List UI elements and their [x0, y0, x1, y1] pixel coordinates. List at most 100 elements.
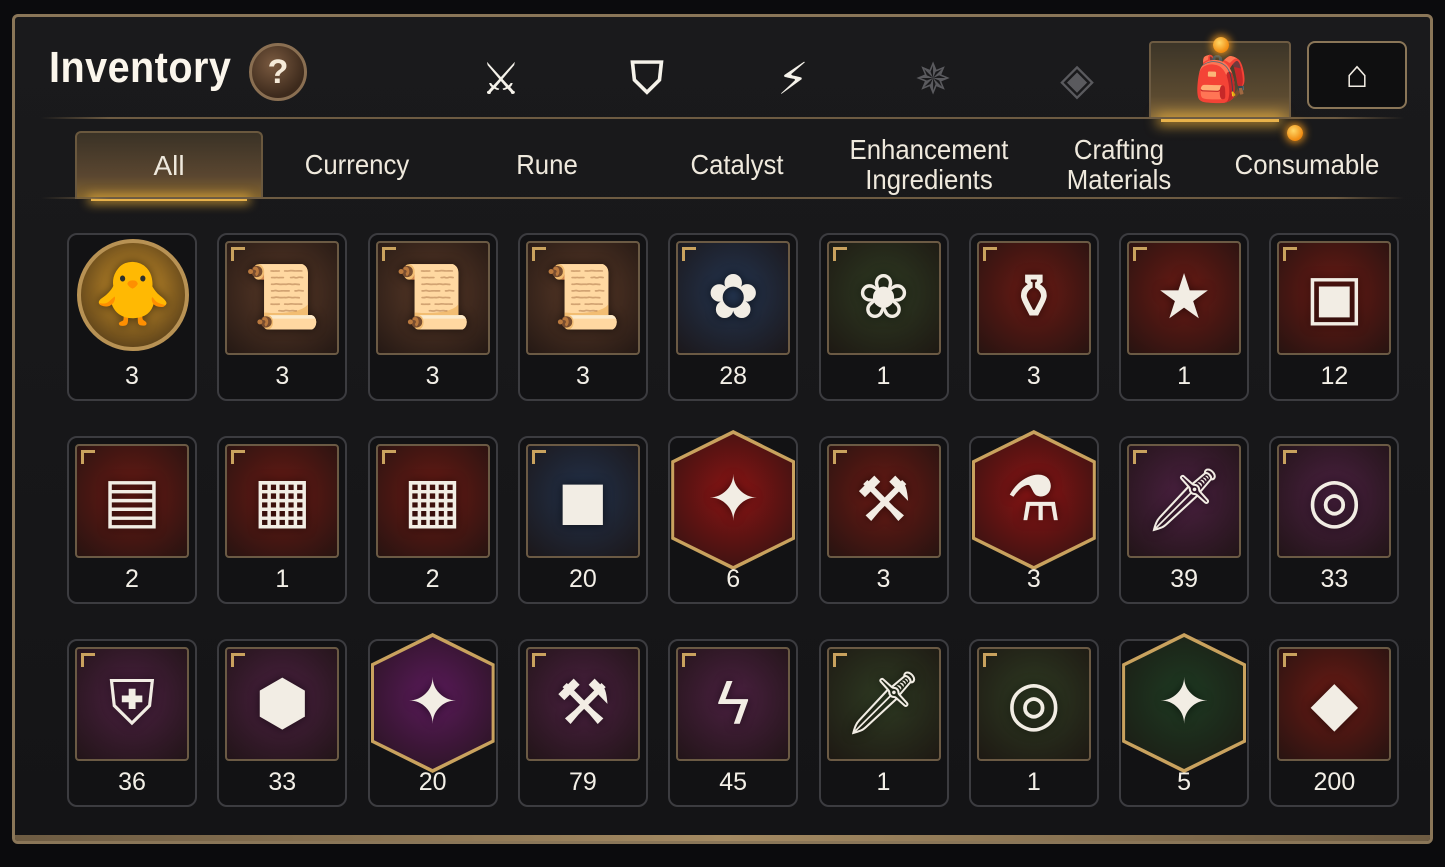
item-art: ⚒: [525, 647, 640, 761]
tab-label: Enhancement: [849, 134, 1009, 165]
item-count: 200: [1313, 768, 1356, 796]
inventory-slot[interactable]: ⛨ 36: [67, 639, 197, 807]
inventory-slot[interactable]: 🗡 1: [818, 639, 949, 807]
inventory-slot[interactable]: ✿ 28: [668, 233, 799, 401]
item-count: 3: [425, 362, 440, 390]
rarity-corner: [531, 450, 546, 464]
inventory-slot[interactable]: ▣ 12: [1269, 233, 1400, 401]
item-count: 2: [425, 565, 440, 593]
item-art: ◎: [1277, 444, 1392, 558]
item-art: ✿: [676, 241, 791, 355]
inventory-slot[interactable]: ▦ 2: [367, 436, 498, 604]
item-art: ⚱: [976, 241, 1091, 355]
upgrade-scroll-icon: 📜: [243, 263, 321, 332]
inventory-slot[interactable]: 📜 3: [217, 233, 348, 401]
rarity-corner: [531, 653, 546, 667]
inventory-slot[interactable]: ϟ 45: [668, 639, 799, 807]
inventory-slot[interactable]: ✦ 20: [367, 633, 498, 807]
bolt-rune-icon: ϟ: [716, 669, 750, 738]
inventory-slot[interactable]: ⚗ 3: [968, 430, 1099, 604]
inventory-slot[interactable]: ⬢ 33: [217, 639, 348, 807]
gold-chest-icon: ▦: [403, 466, 462, 535]
inventory-panel: Inventory ? ⚔ ⛉ ⚡ ✵ ◈ 🎒 ⌂ All Currency Rune Catal…: [12, 14, 1433, 844]
inventory-slot[interactable]: 🐥 3: [67, 233, 197, 401]
inventory-slot[interactable]: ◎ 1: [968, 639, 1099, 807]
tab-notification-dot: [1287, 125, 1303, 141]
item-count: 1: [876, 768, 891, 796]
item-art: ◼: [525, 444, 640, 558]
inventory-slot[interactable]: ◼ 20: [517, 436, 648, 604]
tab-consumable[interactable]: Consumable: [1221, 131, 1394, 199]
item-art: 🗡: [1127, 444, 1242, 558]
item-count: 20: [568, 565, 597, 593]
item-art: ⛨: [75, 647, 189, 761]
tab-label: All: [153, 150, 185, 181]
page-title: Inventory: [49, 43, 232, 92]
item-art: ▦: [225, 444, 340, 558]
inventory-slot[interactable]: ◆ 200: [1269, 639, 1400, 807]
inventory-slot[interactable]: ★ 1: [1119, 233, 1250, 401]
inventory-slot[interactable]: ❀ 1: [818, 233, 949, 401]
tab-label: Catalyst: [690, 149, 784, 180]
tab-crafting[interactable]: Crafting Materials: [1033, 131, 1206, 199]
storage-house-icon: ⌂: [1345, 53, 1369, 96]
pink-potion-icon: ⚗: [1006, 465, 1062, 534]
tab-all[interactable]: All: [75, 131, 263, 201]
tab-rune[interactable]: Rune: [461, 131, 634, 199]
armor-rune-icon: ⛨: [108, 669, 156, 738]
backpack-icon[interactable]: 🎒: [1191, 49, 1251, 109]
rarity-corner: [1133, 450, 1148, 464]
tab-label: Consumable: [1234, 149, 1380, 180]
inventory-slot[interactable]: ◎ 33: [1269, 436, 1400, 604]
stone-star-rune-icon: ✦: [1158, 668, 1211, 737]
inventory-slot[interactable]: ⚱ 3: [968, 233, 1099, 401]
inventory-slot[interactable]: 🗡 39: [1119, 436, 1250, 604]
tab-currency[interactable]: Currency: [271, 131, 444, 199]
inventory-slot[interactable]: ⚒ 79: [517, 639, 648, 807]
item-count: 3: [275, 362, 290, 390]
inventory-slot-partial[interactable]: [217, 841, 347, 844]
inventory-slot-partial[interactable]: [668, 841, 798, 844]
item-art: ❀: [826, 241, 941, 355]
item-count: 12: [1320, 362, 1349, 390]
item-art: 🐥: [77, 239, 189, 351]
inventory-slot[interactable]: 📜 3: [367, 233, 498, 401]
item-count: 1: [275, 565, 290, 593]
steel-box-icon: ◼: [557, 466, 609, 535]
broken-shield-icon[interactable]: ⛉: [617, 49, 677, 109]
help-button[interactable]: ?: [249, 43, 307, 101]
rarity-corner: [682, 247, 697, 261]
tab-catalyst[interactable]: Catalyst: [651, 131, 824, 199]
inventory-slot[interactable]: 📜 3: [517, 233, 648, 401]
notification-dot: [1213, 37, 1229, 53]
inventory-slot[interactable]: ✦ 6: [668, 430, 799, 604]
cube-icon[interactable]: ◈: [1047, 49, 1107, 109]
inventory-slot-partial[interactable]: [368, 841, 498, 844]
item-count: 39: [1170, 565, 1198, 593]
item-count: 1: [1026, 768, 1041, 796]
boot-rune-icon: ⬢: [255, 669, 310, 738]
inventory-slot[interactable]: ✦ 5: [1119, 633, 1250, 807]
inventory-slot[interactable]: ▤ 2: [67, 436, 197, 604]
rune-burst-icon[interactable]: ✵: [903, 49, 963, 109]
inventory-slot[interactable]: ⚒ 3: [818, 436, 949, 604]
rarity-corner: [81, 653, 95, 667]
inventory-slot-partial[interactable]: [969, 841, 1099, 844]
inventory-slot-partial[interactable]: [1119, 841, 1249, 844]
storage-button[interactable]: ⌂: [1307, 41, 1407, 109]
lightning-icon[interactable]: ⚡: [763, 49, 823, 109]
inventory-slot-partial[interactable]: [67, 841, 197, 844]
rarity-corner: [231, 450, 246, 464]
tab-label: Rune: [516, 149, 578, 180]
equipment-icon[interactable]: ⚔: [471, 49, 531, 109]
inventory-slot-partial[interactable]: [518, 841, 648, 844]
inventory-slot-partial[interactable]: [1269, 841, 1399, 844]
inventory-slot[interactable]: ▦ 1: [217, 436, 348, 604]
item-count: 36: [118, 768, 146, 796]
tab-enhancement[interactable]: Enhancement Ingredients: [843, 131, 1016, 199]
stone-spiral-rune-icon: ◎: [1006, 669, 1061, 738]
item-art: 📜: [225, 241, 340, 355]
inventory-slot-partial[interactable]: [819, 841, 949, 844]
upgrade-scroll-icon: 📜: [544, 263, 622, 332]
red-potion-icon: ⚱: [1007, 263, 1060, 332]
